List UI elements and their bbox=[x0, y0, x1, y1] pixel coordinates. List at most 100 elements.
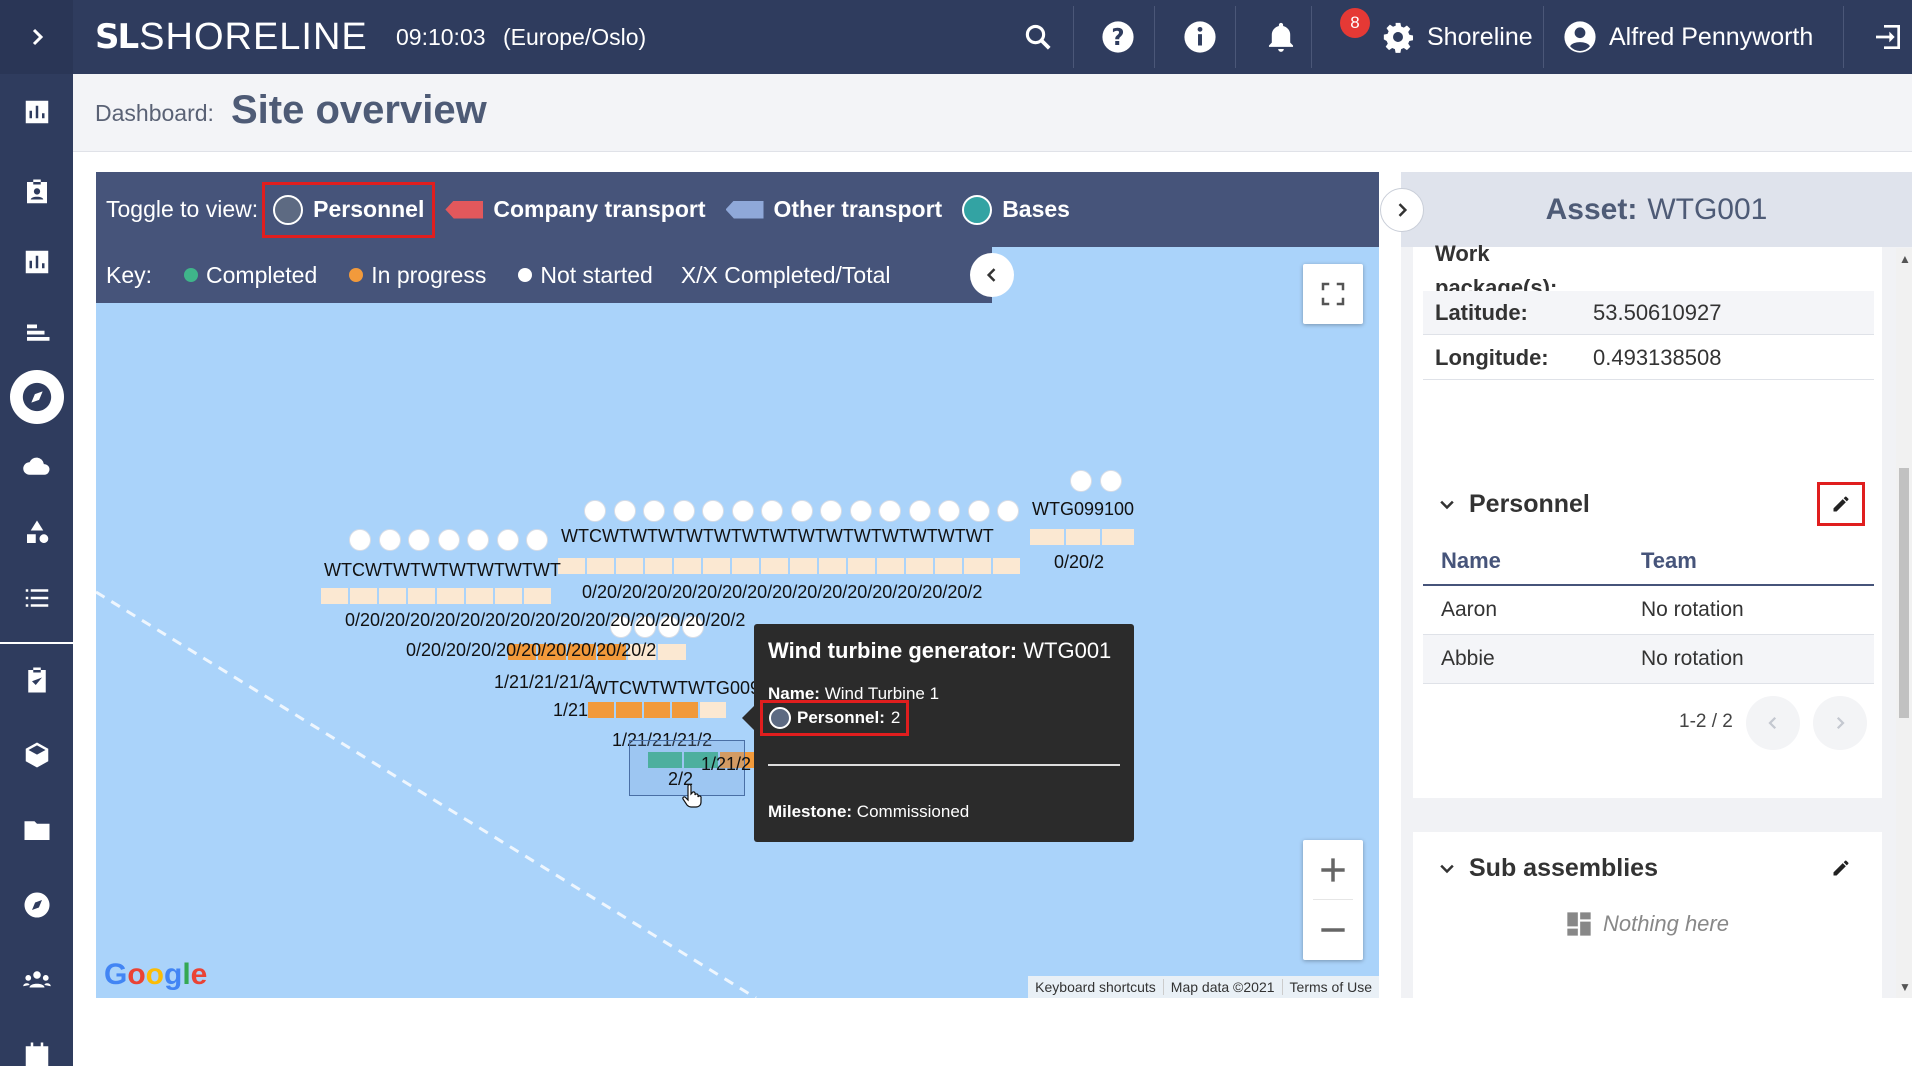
asset-id: WTG001 bbox=[1647, 192, 1768, 226]
turbine-marker[interactable] bbox=[1070, 470, 1092, 492]
turbine-marker[interactable] bbox=[879, 500, 901, 522]
nav-assets[interactable] bbox=[0, 503, 73, 563]
turbine-marker[interactable] bbox=[672, 500, 695, 522]
nav-tasks[interactable] bbox=[0, 650, 73, 710]
nav-map[interactable] bbox=[0, 367, 73, 427]
nav-navigation[interactable] bbox=[0, 875, 73, 935]
keyboard-shortcuts-link[interactable]: Keyboard shortcuts bbox=[1028, 979, 1163, 995]
nav-calendar[interactable] bbox=[0, 1025, 73, 1085]
chevron-down-icon bbox=[1440, 864, 1454, 873]
help-button[interactable]: ? bbox=[1093, 12, 1143, 62]
zoom-in-button[interactable] bbox=[1303, 840, 1363, 900]
progress-segment bbox=[588, 702, 616, 718]
turbine-marker[interactable] bbox=[938, 500, 960, 522]
turbine-marker[interactable] bbox=[408, 529, 430, 551]
edit-sub-assemblies-button[interactable] bbox=[1817, 846, 1865, 890]
sub-assemblies-section-toggle[interactable]: Sub assemblies bbox=[1437, 854, 1658, 883]
tooltip-title-prefix: Wind turbine generator: bbox=[768, 638, 1018, 663]
turbine-marker[interactable] bbox=[702, 500, 724, 522]
edit-personnel-button[interactable] bbox=[1817, 482, 1865, 526]
scroll-down-arrow[interactable]: ▼ bbox=[1899, 980, 1911, 994]
details-scrollbar[interactable]: ▲ ▼ bbox=[1896, 248, 1912, 998]
map-attribution: Keyboard shortcuts Map data ©2021 Terms … bbox=[1028, 976, 1379, 998]
turbine-marker[interactable] bbox=[526, 529, 548, 551]
toggle-other-transport[interactable]: Other transport bbox=[718, 182, 951, 238]
nav-weather[interactable] bbox=[0, 436, 73, 496]
search-button[interactable] bbox=[1013, 12, 1063, 62]
next-page-button[interactable] bbox=[1813, 696, 1867, 750]
cloud-icon bbox=[22, 457, 50, 475]
turbine-marker[interactable] bbox=[849, 500, 872, 522]
tenant-settings-button[interactable]: Shoreline bbox=[1381, 12, 1533, 62]
turbine-marker[interactable] bbox=[613, 500, 636, 522]
collapse-details-button[interactable] bbox=[1380, 188, 1424, 232]
map-label-wtg-row: WTCWTWTWTWTWTWTWT bbox=[324, 560, 561, 580]
key-completed: Completed bbox=[184, 262, 317, 289]
turbine-marker[interactable] bbox=[643, 500, 665, 522]
shapes-icon bbox=[26, 520, 48, 543]
map-label-wtg: WTG099100 bbox=[1032, 499, 1135, 519]
turbine-marker[interactable] bbox=[997, 500, 1019, 522]
column-header-name[interactable]: Name bbox=[1423, 548, 1641, 574]
key-label: Key: bbox=[106, 261, 153, 288]
progress-segment bbox=[877, 558, 906, 574]
nav-documents[interactable] bbox=[0, 800, 73, 860]
progress-segment bbox=[672, 702, 700, 718]
turbine-marker[interactable] bbox=[967, 500, 990, 522]
turbine-marker[interactable] bbox=[349, 529, 371, 551]
clock: 09:10:03 bbox=[396, 24, 486, 50]
nav-dashboard[interactable] bbox=[0, 82, 73, 142]
turbine-marker[interactable] bbox=[437, 529, 460, 551]
page-header: Dashboard: Site overview bbox=[73, 74, 1912, 152]
logout-button[interactable] bbox=[1863, 12, 1912, 62]
scroll-up-arrow[interactable]: ▲ bbox=[1899, 252, 1911, 266]
logo-text: SHORELINE bbox=[139, 15, 368, 58]
turbine-marker[interactable] bbox=[790, 500, 813, 522]
zoom-out-button[interactable] bbox=[1303, 900, 1363, 960]
turbine-marker[interactable] bbox=[820, 500, 842, 522]
turbine-marker[interactable] bbox=[584, 500, 606, 522]
progress-segment bbox=[558, 558, 587, 574]
toggle-bases-label: Bases bbox=[1002, 196, 1070, 222]
info-button[interactable] bbox=[1175, 12, 1225, 62]
personnel-section-toggle[interactable]: Personnel bbox=[1437, 490, 1590, 519]
user-menu-button[interactable]: Alfred Pennyworth bbox=[1563, 12, 1813, 62]
notifications-button[interactable] bbox=[1256, 12, 1306, 62]
nav-packages[interactable] bbox=[0, 725, 73, 785]
turbine-marker[interactable] bbox=[908, 500, 931, 522]
turbine-marker[interactable] bbox=[467, 529, 489, 551]
nav-bookings[interactable] bbox=[0, 162, 73, 222]
scroll-thumb[interactable] bbox=[1899, 468, 1909, 718]
nav-reports[interactable] bbox=[0, 232, 73, 292]
table-row[interactable]: Aaron No rotation bbox=[1423, 586, 1874, 635]
turbine-marker[interactable] bbox=[378, 529, 401, 551]
fullscreen-button[interactable] bbox=[1303, 264, 1363, 324]
user-name: Alfred Pennyworth bbox=[1609, 22, 1814, 51]
turbine-marker[interactable] bbox=[731, 500, 754, 522]
progress-segment bbox=[524, 588, 553, 604]
toggle-personnel[interactable]: Personnel bbox=[262, 181, 436, 238]
toggle-bases[interactable]: Bases bbox=[954, 182, 1078, 238]
turbine-marker[interactable] bbox=[761, 500, 783, 522]
nav-people[interactable] bbox=[0, 950, 73, 1010]
turbine-marker[interactable] bbox=[496, 529, 519, 551]
toolbar-divider bbox=[1235, 6, 1236, 68]
toggle-company-transport[interactable]: Company transport bbox=[437, 182, 713, 238]
turbine-marker[interactable] bbox=[1100, 470, 1122, 492]
key-in-progress: In progress bbox=[349, 262, 486, 289]
info-icon bbox=[1184, 21, 1216, 53]
shoreline-logo[interactable]: SL SHORELINE bbox=[95, 14, 368, 60]
site-map[interactable]: WTG099100 0/20/2 WTCWTWTWTWTWTWTWTWTWTWT… bbox=[96, 172, 1379, 998]
tooltip-personnel-value: 2 bbox=[890, 708, 901, 727]
expand-sidebar-button[interactable] bbox=[0, 0, 73, 74]
terms-of-use-link[interactable]: Terms of Use bbox=[1281, 979, 1379, 995]
table-row[interactable]: Abbie No rotation bbox=[1423, 635, 1874, 684]
collapse-key-button[interactable] bbox=[970, 253, 1014, 297]
column-header-team[interactable]: Team bbox=[1641, 548, 1874, 574]
nav-gantt[interactable] bbox=[0, 302, 73, 362]
sub-assemblies-card: Sub assemblies Nothing here bbox=[1413, 832, 1882, 998]
active-indicator bbox=[9, 370, 64, 424]
nav-lists[interactable] bbox=[0, 568, 73, 628]
toggle-company-transport-label: Company transport bbox=[493, 196, 706, 222]
previous-page-button[interactable] bbox=[1746, 696, 1800, 750]
